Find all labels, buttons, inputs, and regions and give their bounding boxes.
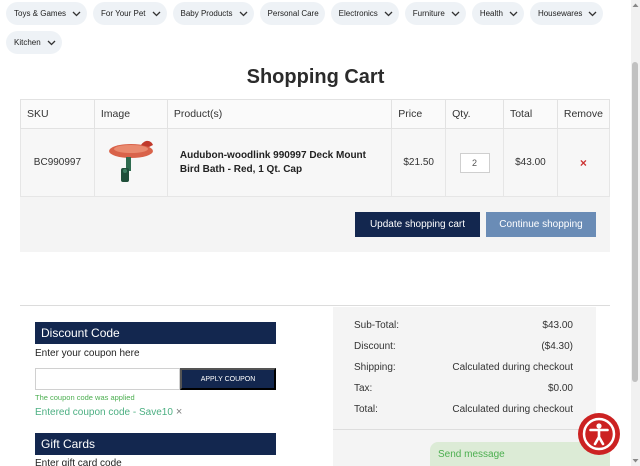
chevron-down-icon bbox=[588, 11, 597, 16]
category-label: Toys & Games bbox=[14, 9, 67, 18]
shipping-label: Shipping: bbox=[354, 362, 396, 373]
category-for-your-pet[interactable]: For Your Pet bbox=[93, 2, 167, 25]
chevron-down-icon bbox=[47, 40, 56, 45]
shipping-row: Shipping: Calculated during checkout bbox=[354, 362, 573, 373]
header-price: Price bbox=[391, 99, 447, 129]
bird-bath-product-image[interactable] bbox=[101, 135, 161, 187]
category-furniture[interactable]: Furniture bbox=[404, 2, 466, 25]
item-qty-cell bbox=[445, 128, 504, 197]
gift-cards-heading: Gift Cards bbox=[35, 433, 276, 455]
total-value: Calculated during checkout bbox=[452, 404, 573, 415]
remove-item-icon[interactable]: × bbox=[556, 128, 611, 197]
header-total: Total bbox=[502, 99, 558, 129]
tax-row: Tax: $0.00 bbox=[354, 383, 573, 394]
category-toys-games[interactable]: Toys & Games bbox=[6, 2, 88, 25]
scrollbar-thumb[interactable] bbox=[632, 62, 638, 382]
tax-value: $0.00 bbox=[547, 383, 573, 394]
apply-coupon-button[interactable]: APPLY COUPON bbox=[180, 368, 276, 390]
cart-table: SKU Image Product(s) Price Qty. Total Re… bbox=[20, 99, 611, 197]
shipping-value: Calculated during checkout bbox=[452, 362, 573, 373]
subtotal-value: $43.00 bbox=[542, 320, 573, 331]
header-sku: SKU bbox=[20, 99, 95, 129]
category-personal-care[interactable]: Personal Care bbox=[259, 2, 325, 25]
discount-row: Discount: ($4.30) bbox=[354, 341, 573, 352]
coupon-prompt: Enter your coupon here bbox=[35, 348, 140, 359]
cart-item-row: BC990997 Audubon-woodlink 990997 Deck Mo… bbox=[20, 128, 611, 197]
continue-shopping-button[interactable]: Continue shopping bbox=[486, 212, 596, 237]
cart-header-row: SKU Image Product(s) Price Qty. Total Re… bbox=[20, 99, 611, 129]
discount-value: ($4.30) bbox=[541, 341, 573, 352]
chevron-down-icon bbox=[384, 11, 393, 16]
category-electronics[interactable]: Electronics bbox=[330, 2, 399, 25]
item-image-cell bbox=[93, 128, 168, 197]
subtotal-row: Sub-Total: $43.00 bbox=[354, 320, 573, 331]
category-label: Health bbox=[479, 9, 503, 18]
header-qty: Qty. bbox=[445, 99, 504, 129]
chevron-down-icon bbox=[239, 11, 247, 16]
category-label: Baby Products bbox=[180, 9, 233, 18]
total-label: Total: bbox=[354, 404, 378, 415]
category-baby-products[interactable]: Baby Products bbox=[172, 2, 254, 25]
discount-label: Discount: bbox=[354, 341, 396, 352]
remove-coupon-icon[interactable]: × bbox=[176, 406, 182, 418]
category-kitchen[interactable]: Kitchen bbox=[6, 31, 62, 54]
header-remove: Remove bbox=[556, 99, 611, 129]
item-total: $43.00 bbox=[502, 128, 558, 197]
item-sku: BC990997 bbox=[20, 128, 95, 197]
gift-card-prompt: Enter gift card code bbox=[35, 458, 122, 466]
subtotal-label: Sub-Total: bbox=[354, 320, 400, 331]
header-product: Product(s) bbox=[166, 99, 393, 129]
page-title: Shopping Cart bbox=[246, 66, 385, 88]
category-label: Housewares bbox=[537, 9, 583, 18]
section-divider bbox=[20, 305, 610, 306]
category-housewares[interactable]: Housewares bbox=[529, 2, 604, 25]
category-label: Furniture bbox=[412, 9, 445, 18]
category-label: For Your Pet bbox=[101, 9, 146, 18]
chevron-down-icon bbox=[72, 11, 81, 16]
accessibility-figure-icon bbox=[582, 417, 616, 451]
entered-coupon-label: Entered coupon code - Save10 bbox=[35, 406, 173, 418]
cart-actions: Update shopping cart Continue shopping bbox=[20, 197, 610, 252]
totals-divider bbox=[333, 429, 596, 430]
chevron-down-icon bbox=[152, 11, 160, 16]
header-image: Image bbox=[93, 99, 168, 129]
quantity-input[interactable] bbox=[459, 152, 490, 173]
category-nav: Toys & Games For Your Pet Baby Products … bbox=[6, 2, 626, 54]
scroll-up-arrow-icon[interactable] bbox=[632, 2, 639, 9]
item-price: $21.50 bbox=[391, 128, 447, 197]
category-label: Personal Care bbox=[267, 9, 319, 18]
category-label: Kitchen bbox=[14, 38, 41, 47]
coupon-input[interactable] bbox=[35, 368, 180, 390]
update-cart-button[interactable]: Update shopping cart bbox=[355, 212, 480, 237]
coupon-applied-message: The coupon code was applied bbox=[35, 393, 135, 402]
chevron-down-icon bbox=[509, 11, 518, 16]
discount-code-heading: Discount Code bbox=[35, 322, 276, 344]
item-product-name[interactable]: Audubon-woodlink 990997 Deck Mount Bird … bbox=[166, 128, 393, 197]
tax-label: Tax: bbox=[354, 383, 373, 394]
chevron-down-icon bbox=[451, 11, 460, 16]
scroll-down-arrow-icon[interactable] bbox=[632, 457, 639, 464]
category-health[interactable]: Health bbox=[471, 2, 524, 25]
category-label: Electronics bbox=[338, 9, 378, 18]
total-row: Total: Calculated during checkout bbox=[354, 404, 573, 415]
accessibility-icon[interactable] bbox=[578, 413, 620, 455]
entered-coupon: Entered coupon code - Save10 × bbox=[35, 406, 182, 418]
